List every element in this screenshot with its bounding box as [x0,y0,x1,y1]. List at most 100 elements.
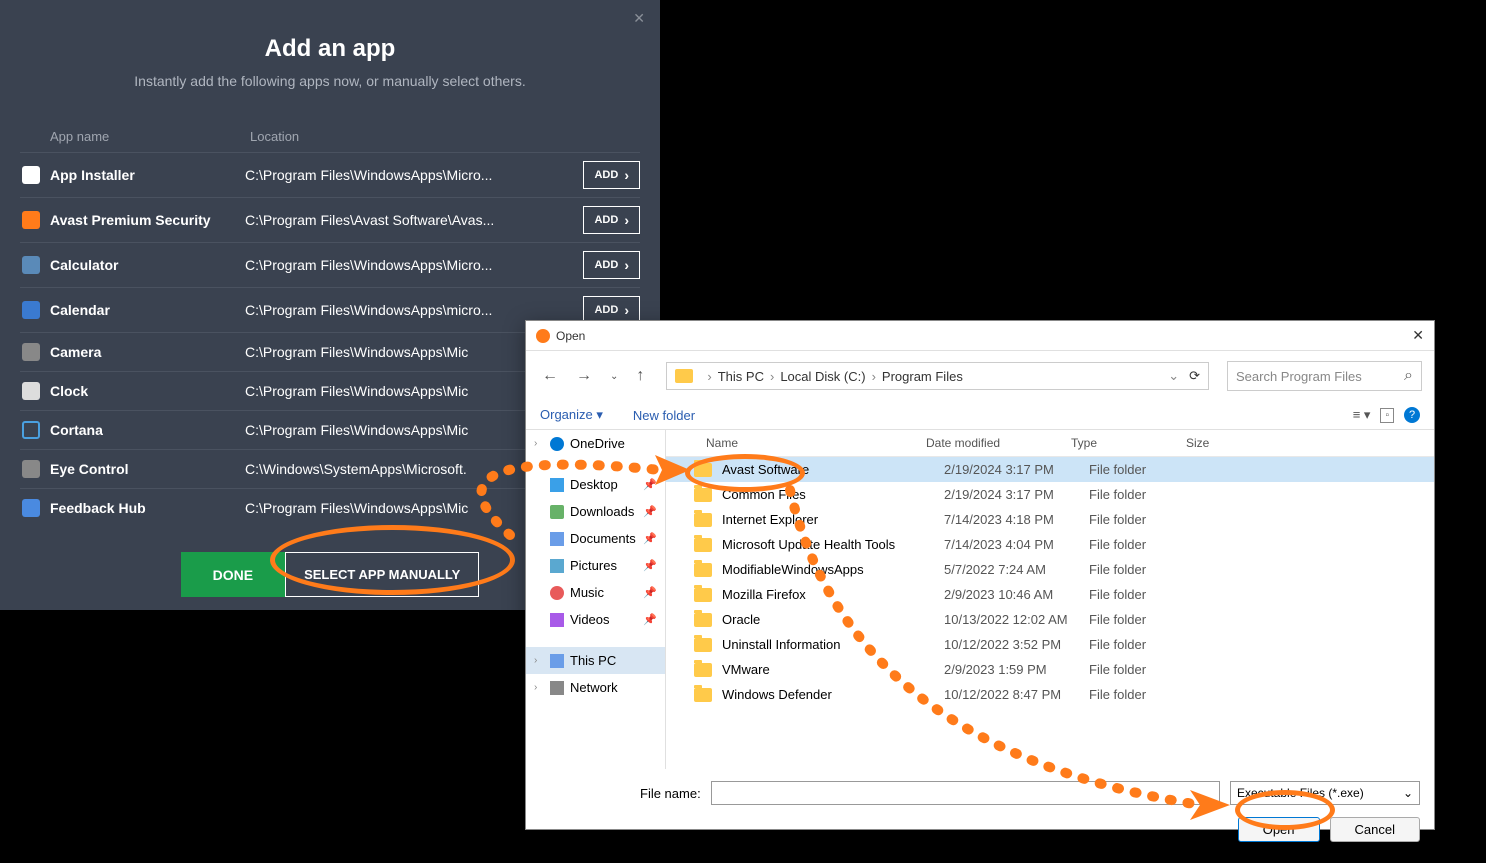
panel-title: Add an app [0,35,660,63]
app-icon [20,458,42,480]
app-location: C:\Program Files\WindowsApps\Micro... [245,167,583,183]
forward-button[interactable]: → [572,367,596,385]
dropdown-nav-icon[interactable]: ⌄ [606,371,622,382]
file-row[interactable]: Avast Software 2/19/2024 3:17 PM File fo… [666,457,1434,482]
sidebar-item[interactable]: › Network [526,674,665,701]
new-folder-button[interactable]: New folder [633,408,695,423]
file-row[interactable]: VMware 2/9/2023 1:59 PM File folder [666,657,1434,682]
file-date: 5/7/2022 7:24 AM [944,562,1089,577]
folder-icon [694,613,712,627]
open-button[interactable]: Open [1238,817,1320,842]
app-name: Feedback Hub [50,500,245,516]
dialog-title: Open [556,329,585,343]
sidebar-item[interactable]: Pictures 📌 [526,552,665,579]
app-row: Avast Premium Security C:\Program Files\… [20,197,640,242]
col-name[interactable]: Name [676,436,926,450]
refresh-icon[interactable]: ⟳ [1189,368,1200,384]
add-button[interactable]: ADD [583,206,640,234]
add-button[interactable]: ADD [583,161,640,189]
sidebar-item[interactable]: Videos 📌 [526,606,665,633]
preview-pane-icon[interactable]: ▫ [1380,408,1394,423]
file-row[interactable]: Microsoft Update Health Tools 7/14/2023 … [666,532,1434,557]
dialog-nav: ← → ⌄ ↑ › This PC › Local Disk (C:) › Pr… [526,351,1434,401]
sidebar-item[interactable]: Downloads 📌 [526,498,665,525]
file-date: 2/19/2024 3:17 PM [944,462,1089,477]
file-row[interactable]: ModifiableWindowsApps 5/7/2022 7:24 AM F… [666,557,1434,582]
select-manually-button[interactable]: SELECT APP MANUALLY [285,552,479,597]
file-date: 7/14/2023 4:04 PM [944,537,1089,552]
dialog-actions: Open Cancel [526,817,1434,856]
file-date: 2/9/2023 1:59 PM [944,662,1089,677]
app-name: Clock [50,383,245,399]
file-row[interactable]: Windows Defender 10/12/2022 8:47 PM File… [666,682,1434,707]
close-icon[interactable]: ✕ [633,10,645,27]
app-name: App Installer [50,167,245,183]
pin-icon: 📌 [643,559,657,572]
file-type: File folder [1089,512,1204,527]
chevron-right-icon[interactable]: › [534,655,537,666]
folder-icon [694,538,712,552]
view-list-icon[interactable]: ≡ ▾ [1353,407,1371,423]
chevron-down-icon[interactable]: ⌄ [1168,368,1179,384]
filename-label: File name: [640,786,701,801]
chevron-right-icon[interactable]: › [534,682,537,693]
dialog-body: › OneDrive Desktop 📌 Downloads 📌 Documen… [526,429,1434,769]
filename-input[interactable] [711,781,1220,805]
app-location: C:\Program Files\WindowsApps\Micro... [245,257,583,273]
folder-icon [694,513,712,527]
app-name: Avast Premium Security [50,212,245,228]
chevron-right-icon[interactable]: › [534,438,537,449]
file-row[interactable]: Mozilla Firefox 2/9/2023 10:46 AM File f… [666,582,1434,607]
videos-icon [550,613,564,627]
help-icon[interactable]: ? [1404,407,1420,423]
sidebar-item[interactable]: Music 📌 [526,579,665,606]
col-type[interactable]: Type [1071,436,1186,450]
folder-icon [675,369,693,383]
done-button[interactable]: DONE [181,552,285,597]
file-filter-dropdown[interactable]: Executable Files (*.exe)⌄ [1230,781,1420,805]
cloud-icon [550,437,564,451]
file-list-header: Name Date modified Type Size [666,430,1434,457]
app-location: C:\Program Files\WindowsApps\micro... [245,302,583,318]
sidebar-item[interactable]: Documents 📌 [526,525,665,552]
col-size[interactable]: Size [1186,436,1424,450]
sidebar-item[interactable]: › This PC [526,647,665,674]
sidebar-item[interactable]: › OneDrive [526,430,665,457]
add-button[interactable]: ADD [583,251,640,279]
col-date[interactable]: Date modified [926,436,1071,450]
breadcrumb-item[interactable]: Local Disk (C:) [780,369,865,384]
sidebar-item-label: Videos [570,612,610,627]
sidebar-item[interactable]: Desktop 📌 [526,471,665,498]
file-row[interactable]: Internet Explorer 7/14/2023 4:18 PM File… [666,507,1434,532]
file-name: Uninstall Information [722,637,944,652]
file-row[interactable]: Common Files 2/19/2024 3:17 PM File fold… [666,482,1434,507]
docs-icon [550,532,564,546]
folder-icon [694,588,712,602]
file-name: Oracle [722,612,944,627]
back-button[interactable]: ← [538,367,562,385]
file-row[interactable]: Uninstall Information 10/12/2022 3:52 PM… [666,632,1434,657]
file-name: ModifiableWindowsApps [722,562,944,577]
sidebar-item-label: Downloads [570,504,634,519]
breadcrumb-item[interactable]: This PC [718,369,764,384]
file-type: File folder [1089,587,1204,602]
folder-icon [694,663,712,677]
pin-icon: 📌 [643,478,657,491]
file-open-dialog: Open ✕ ← → ⌄ ↑ › This PC › Local Disk (C… [525,320,1435,830]
file-row[interactable]: Oracle 10/13/2022 12:02 AM File folder [666,607,1434,632]
breadcrumb-bar[interactable]: › This PC › Local Disk (C:) › Program Fi… [666,362,1209,390]
dialog-toolbar: Organize ▾ New folder ≡ ▾ ▫ ? [526,401,1434,429]
cancel-button[interactable]: Cancel [1330,817,1420,842]
app-icon [20,419,42,441]
up-button[interactable]: ↑ [632,367,648,385]
breadcrumb-item[interactable]: Program Files [882,369,963,384]
pics-icon [550,559,564,573]
dialog-titlebar: Open ✕ [526,321,1434,351]
file-name: Common Files [722,487,944,502]
file-type: File folder [1089,637,1204,652]
file-name: Microsoft Update Health Tools [722,537,944,552]
dialog-bottom: File name: Executable Files (*.exe)⌄ [526,769,1434,817]
dialog-close-icon[interactable]: ✕ [1412,327,1424,344]
organize-button[interactable]: Organize ▾ [540,407,603,423]
search-input[interactable]: Search Program Files [1227,361,1422,391]
